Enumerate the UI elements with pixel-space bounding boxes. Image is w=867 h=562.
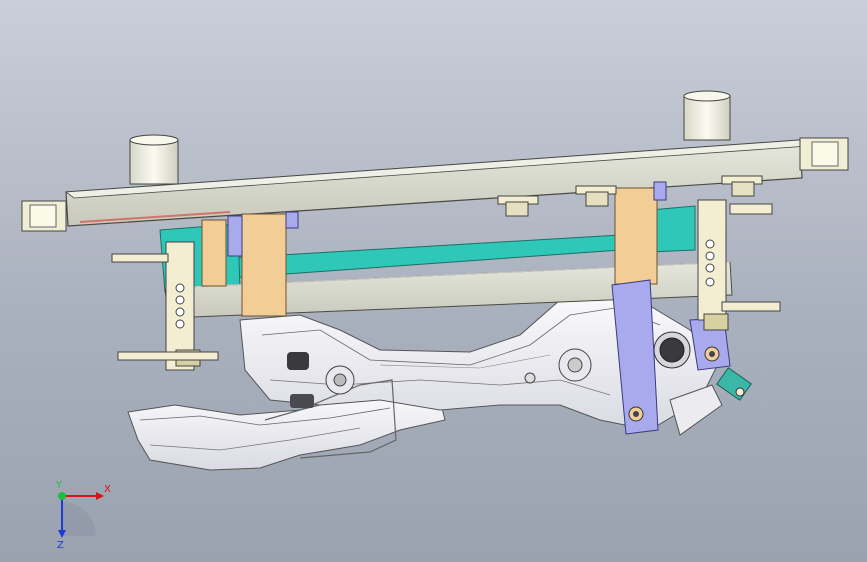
tan-support-block-right [614,187,658,285]
axis-label-y: Y [55,480,63,491]
axis-label-z: Z [57,540,64,550]
axis-label-x: X [104,484,111,495]
orientation-triad: X Y Z [55,480,111,550]
cad-graphics-viewport[interactable] [0,0,867,562]
locator-cylinder-right [683,90,731,141]
teal-connector [716,367,752,401]
locator-cylinder-left [129,134,179,185]
